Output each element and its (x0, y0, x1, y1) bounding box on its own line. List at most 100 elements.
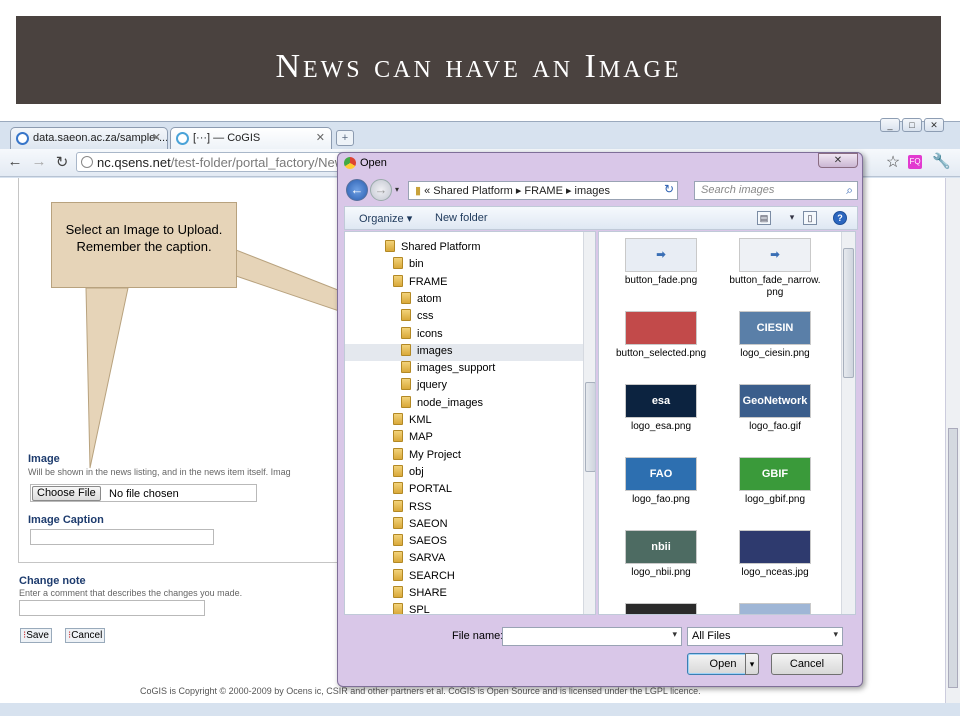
tree-folder-item[interactable]: MAP (393, 430, 433, 447)
folder-icon (393, 464, 403, 477)
tree-folder-item[interactable]: atom (401, 291, 441, 309)
folder-icon (401, 309, 411, 322)
file-item[interactable]: nbii logo_nbii.png (605, 530, 717, 579)
change-view-icon[interactable]: ▤ (757, 211, 771, 225)
dialog-bottom-bar: File name: ▾ All Files ▾ Open ▾ Cancel (344, 618, 858, 682)
tree-folder-item[interactable]: images_support (401, 361, 495, 378)
folder-icon (393, 586, 403, 598)
new-folder-button[interactable]: New folder (435, 212, 488, 224)
tree-folder-item[interactable]: KML (393, 413, 432, 430)
file-name: logo_ciesin.png (740, 348, 810, 359)
file-thumbnail: CIESIN (739, 311, 811, 345)
tree-folder-item[interactable]: Shared Platform (385, 240, 480, 257)
folder-icon (401, 395, 411, 408)
forward-icon[interactable]: → (370, 179, 392, 201)
folder-tree-scrollbar[interactable] (583, 232, 595, 614)
file-type-select[interactable]: All Files ▾ (687, 627, 843, 646)
file-item[interactable]: NeDICClogo_nedicc.png (719, 603, 831, 614)
tree-folder-label: FRAME (409, 275, 448, 288)
tree-folder-item[interactable]: bin (393, 257, 424, 274)
folder-icon (393, 568, 403, 581)
tree-folder-label: KML (409, 414, 432, 426)
file-thumbnail: ➡ (739, 238, 811, 272)
file-name-dropdown-icon[interactable]: ▾ (672, 629, 677, 640)
tree-folder-item[interactable]: icons (401, 326, 443, 344)
view-dropdown-icon[interactable]: ▾ (785, 211, 799, 225)
back-icon[interactable]: ← (346, 179, 368, 201)
tree-folder-item[interactable]: SAEOS (393, 534, 447, 551)
file-item[interactable]: NCEASlogo_nceas.png (605, 603, 717, 614)
tree-folder-item[interactable]: SPL (393, 603, 430, 614)
folder-icon (401, 326, 411, 339)
callout-box: Select an Image to Upload. Remember the … (51, 202, 237, 288)
folder-icon (393, 551, 403, 564)
file-item[interactable]: CIESIN logo_ciesin.png (719, 311, 831, 360)
tree-folder-label: My Project (409, 448, 461, 461)
file-item[interactable]: button_selected.png (605, 311, 717, 360)
tree-folder-item[interactable]: RSS (393, 499, 432, 517)
file-thumbnail (625, 311, 697, 345)
tree-folder-item[interactable]: css (401, 309, 434, 326)
tree-folder-item[interactable]: SEARCH (393, 568, 455, 586)
folder-icon (385, 240, 395, 252)
tree-folder-label: SHARE (409, 587, 447, 599)
tree-folder-item[interactable]: jquery (401, 378, 447, 395)
folder-tree-scroll-thumb[interactable] (585, 382, 595, 472)
file-list-scroll-thumb[interactable] (843, 248, 854, 378)
folder-icon (393, 603, 403, 614)
tree-folder-label: bin (409, 258, 424, 271)
dialog-cancel-button[interactable]: Cancel (771, 653, 843, 675)
file-name: logo_fao.gif (749, 421, 801, 432)
recent-locations-icon[interactable]: ▾ (395, 185, 399, 194)
file-item[interactable]: FAO logo_fao.png (605, 457, 717, 506)
tree-folder-item[interactable]: node_images (401, 395, 483, 413)
file-name-input[interactable]: ▾ (502, 627, 682, 646)
organize-menu[interactable]: Organize ▾ (359, 212, 412, 225)
search-images-input[interactable]: Search images ⌕ (694, 181, 858, 200)
file-item[interactable]: ➡ button_fade.png (605, 238, 717, 287)
tree-folder-item[interactable]: PORTAL (393, 482, 452, 499)
search-icon: ⌕ (846, 183, 853, 197)
tree-folder-item[interactable]: SAEON (393, 516, 448, 534)
tree-folder-label: images_support (417, 362, 496, 375)
tree-folder-label: RSS (409, 500, 432, 513)
tree-folder-item[interactable]: images (345, 343, 583, 361)
file-thumbnail: ➡ (625, 238, 697, 272)
tree-folder-label: images (417, 344, 453, 357)
tree-folder-label: SAEON (409, 517, 448, 530)
folder-icon (393, 499, 403, 512)
refresh-icon[interactable]: ↻ (664, 182, 674, 196)
file-item[interactable]: esa logo_esa.png (605, 384, 717, 433)
file-item[interactable]: ➡ button_fade_narrow.png (719, 238, 831, 299)
tree-folder-label: MAP (409, 431, 433, 444)
dialog-navigation-bar: ← → ▾ ▮ « Shared Platform ▸ FRAME ▸ imag… (344, 177, 858, 203)
tree-folder-item[interactable]: obj (393, 464, 424, 482)
file-thumbnail: nbii (625, 530, 697, 564)
tree-folder-item[interactable]: My Project (393, 447, 461, 465)
tree-folder-label: PORTAL (409, 483, 452, 496)
file-item[interactable]: GBIF logo_gbif.png (719, 457, 831, 506)
dialog-close-button[interactable]: ✕ (818, 153, 858, 168)
location-breadcrumb[interactable]: ▮ « Shared Platform ▸ FRAME ▸ images (408, 181, 678, 200)
tree-folder-item[interactable]: SARVA (393, 551, 445, 568)
file-item[interactable]: GeoNetwork logo_fao.gif (719, 384, 831, 433)
file-thumbnail: FAO (625, 457, 697, 491)
folder-icon (393, 413, 403, 425)
tree-folder-label: css (417, 310, 434, 323)
file-name: logo_nbii.png (631, 567, 691, 578)
folder-tree: Shared Platform bin FRAME atom css icons image… (344, 231, 596, 615)
file-list-scrollbar[interactable] (841, 232, 855, 614)
file-thumbnail: GeoNetwork (739, 384, 811, 418)
help-icon[interactable]: ? (833, 211, 847, 225)
folder-icon: ▮ (415, 185, 422, 197)
file-name: logo_gbif.png (744, 494, 806, 505)
breadcrumb-text: « Shared Platform ▸ FRAME ▸ images (424, 185, 611, 197)
tree-folder-item[interactable]: FRAME (393, 274, 448, 292)
file-name: logo_nceas.jpg (741, 567, 809, 578)
file-item[interactable]: logo_nceas.jpg (719, 530, 831, 579)
preview-pane-icon[interactable]: ▯ (803, 211, 817, 225)
folder-icon (401, 361, 411, 374)
file-thumbnail: esa (625, 384, 697, 418)
tree-folder-item[interactable]: SHARE (393, 586, 447, 603)
open-split-dropdown[interactable]: ▾ (745, 653, 759, 675)
